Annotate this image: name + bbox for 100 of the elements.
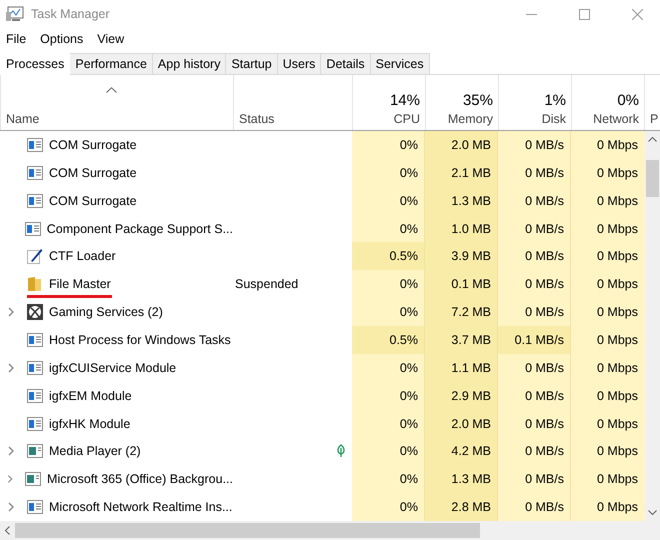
process-row[interactable]: COM Surrogate 0% 2.0 MB 0 MB/s 0 Mbps bbox=[0, 131, 645, 159]
task-manager-icon bbox=[6, 6, 24, 22]
window-icon bbox=[27, 138, 43, 152]
column-header[interactable]: Name bbox=[0, 75, 233, 130]
usage-cell: 3.7 MB bbox=[425, 326, 498, 354]
percent-value: 35% bbox=[462, 92, 493, 109]
column-label: P bbox=[650, 112, 658, 126]
usage-cell: 0 MB/s bbox=[498, 298, 571, 326]
column-label: CPU bbox=[394, 112, 420, 126]
column-header[interactable]: 0% Network bbox=[571, 75, 644, 130]
usage-cell: 2.8 MB bbox=[425, 493, 498, 522]
process-row[interactable]: igfxHK Module 0% 2.0 MB 0 MB/s 0 Mbps bbox=[0, 410, 645, 438]
usage-cell: 0% bbox=[352, 465, 425, 494]
usage-cell: 0 MB/s bbox=[498, 214, 571, 242]
window-icon bbox=[27, 332, 43, 347]
column-header[interactable]: 1% Disk bbox=[498, 75, 571, 130]
process-row[interactable]: COM Surrogate 0% 2.1 MB 0 MB/s 0 Mbps bbox=[0, 158, 645, 187]
tab[interactable]: Users bbox=[276, 53, 322, 74]
usage-cell: 0% bbox=[352, 270, 425, 298]
maximize-icon bbox=[578, 8, 590, 20]
usage-cell: 0 Mbps bbox=[571, 186, 645, 215]
menu-item[interactable]: Options bbox=[40, 32, 84, 46]
column-label: Network bbox=[593, 112, 639, 126]
usage-cell: 2.0 MB bbox=[425, 410, 498, 438]
tab[interactable]: Startup bbox=[225, 53, 278, 74]
usage-cell: 0 Mbps bbox=[571, 158, 645, 187]
status-text: Suspended bbox=[235, 277, 298, 292]
chevron-up-icon bbox=[648, 137, 657, 142]
usage-cell: 0 Mbps bbox=[571, 354, 645, 382]
usage-cell: 0 Mbps bbox=[571, 326, 645, 354]
tab[interactable]: Details bbox=[320, 53, 371, 74]
usage-cell: 1.0 MB bbox=[425, 214, 498, 242]
process-row[interactable]: igfxEM Module 0% 2.9 MB 0 MB/s 0 Mbps bbox=[0, 382, 645, 410]
chevron-left-icon bbox=[5, 526, 10, 535]
process-row[interactable]: Microsoft 365 (Office) Backgrou... 0% 1.3 MB 0 MB/s 0 Mbps bbox=[0, 465, 645, 494]
percent-value: 14% bbox=[390, 92, 420, 109]
usage-cell: 0.5% bbox=[352, 326, 425, 354]
menu-item[interactable]: View bbox=[97, 32, 124, 46]
column-label: Memory bbox=[448, 112, 493, 126]
close-icon bbox=[632, 8, 642, 20]
process-name: Microsoft 365 (Office) Backgrou... bbox=[47, 472, 233, 486]
process-row[interactable]: File Master Suspended 0% 0.1 MB 0 MB/s 0 Mbps bbox=[0, 270, 645, 298]
usage-cell: 3.9 MB bbox=[425, 242, 498, 270]
usage-cell: 0% bbox=[352, 382, 425, 410]
usage-cell: 0 MB/s bbox=[498, 354, 571, 382]
usage-cell: 0 Mbps bbox=[571, 131, 645, 159]
process-row[interactable]: Host Process for Windows Tasks 0.5% 3.7 MB 0.1 MB/s 0 Mbps bbox=[0, 326, 645, 354]
usage-cell: 0 MB/s bbox=[498, 270, 571, 298]
process-row[interactable]: Gaming Services (2) 0% 7.2 MB 0 MB/s 0 Mbps bbox=[0, 298, 645, 326]
usage-cell: 0.1 MB/s bbox=[498, 326, 571, 354]
column-header[interactable]: P bbox=[644, 75, 660, 130]
process-name: CTF Loader bbox=[49, 249, 116, 264]
usage-cell: 0 MB/s bbox=[498, 410, 571, 438]
folder-icon bbox=[27, 276, 43, 292]
window-icon bbox=[25, 472, 42, 486]
usage-cell: 0% bbox=[352, 186, 425, 215]
process-name: Media Player (2) bbox=[49, 444, 141, 458]
tab[interactable]: Processes bbox=[0, 52, 70, 75]
window-icon bbox=[27, 360, 43, 375]
usage-cell: 7.2 MB bbox=[425, 298, 498, 326]
process-row[interactable]: Media Player (2) 0% 4.2 MB 0 MB/s 0 Mbps bbox=[0, 437, 645, 466]
usage-cell: 4.2 MB bbox=[425, 437, 498, 466]
process-row[interactable]: CTF Loader 0.5% 3.9 MB 0 MB/s 0 Mbps bbox=[0, 242, 645, 270]
process-row[interactable]: COM Surrogate 0% 1.3 MB 0 MB/s 0 Mbps bbox=[0, 186, 645, 215]
process-row[interactable]: Microsoft Network Realtime Ins... 0% 2.8 MB 0 MB/s 0 Mbps bbox=[0, 493, 645, 522]
tab[interactable]: Services bbox=[370, 53, 430, 74]
usage-cell: 0% bbox=[352, 493, 425, 522]
percent-value: 0% bbox=[617, 92, 639, 109]
scrollbar-thumb[interactable] bbox=[15, 523, 480, 538]
usage-cell: 0 Mbps bbox=[571, 214, 645, 242]
usage-cell: 1.3 MB bbox=[425, 186, 498, 215]
process-name: igfxHK Module bbox=[49, 416, 130, 431]
process-row[interactable]: Component Package Support S... 0% 1.0 MB 0 MB/s 0 Mbps bbox=[0, 214, 645, 242]
usage-cell: 2.1 MB bbox=[425, 158, 498, 187]
tab[interactable]: Performance bbox=[69, 53, 153, 74]
process-name: Microsoft Network Realtime Ins... bbox=[49, 500, 232, 514]
usage-cell: 0% bbox=[352, 354, 425, 382]
usage-cell: 0.5% bbox=[352, 242, 425, 270]
percent-value: 1% bbox=[544, 92, 566, 109]
usage-cell: 0 Mbps bbox=[571, 270, 645, 298]
column-label: Name bbox=[6, 112, 40, 126]
usage-cell: 0% bbox=[352, 158, 425, 187]
column-header[interactable]: Status bbox=[233, 75, 352, 130]
usage-cell: 0 MB/s bbox=[498, 158, 571, 187]
usage-cell: 0 Mbps bbox=[571, 437, 645, 466]
usage-cell: 0 MB/s bbox=[498, 465, 571, 494]
chevron-down-icon bbox=[648, 510, 657, 515]
column-header[interactable]: 35% Memory bbox=[425, 75, 498, 130]
usage-cell: 0 Mbps bbox=[571, 493, 645, 522]
window-icon bbox=[27, 444, 43, 458]
usage-cell: 2.0 MB bbox=[425, 131, 498, 159]
menu-item[interactable]: File bbox=[6, 32, 26, 46]
usage-cell: 0 Mbps bbox=[571, 410, 645, 438]
process-row[interactable]: igfxCUIService Module 0% 1.1 MB 0 MB/s 0 Mbps bbox=[0, 354, 645, 382]
tab[interactable]: App history bbox=[152, 53, 226, 74]
usage-cell: 0 Mbps bbox=[571, 298, 645, 326]
scrollbar-thumb[interactable] bbox=[646, 160, 659, 197]
process-name: Host Process for Windows Tasks bbox=[49, 332, 231, 347]
column-header[interactable]: 14% CPU bbox=[352, 75, 425, 130]
usage-cell: 0% bbox=[352, 131, 425, 159]
